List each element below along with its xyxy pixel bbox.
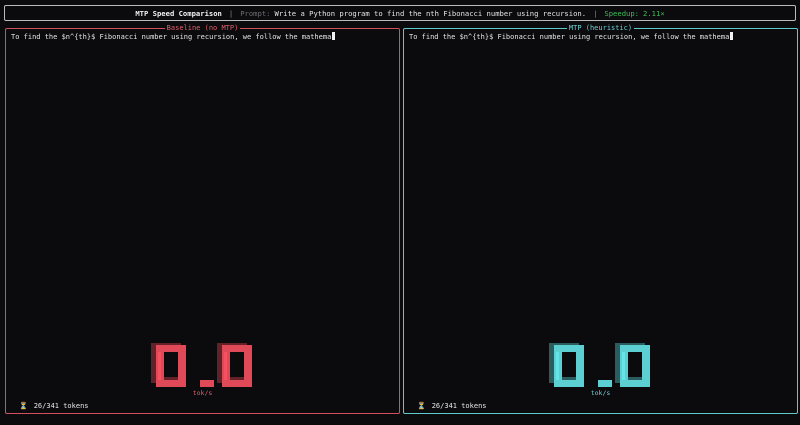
digit-decimal-point — [597, 380, 612, 387]
digit-zero — [216, 343, 252, 387]
speedup-value: 2.11× — [643, 8, 665, 18]
speedup-label: Speedup: — [604, 8, 640, 18]
baseline-rate-unit: tok/s — [192, 389, 213, 397]
digit-decimal-point — [199, 380, 214, 387]
mtp-panel-title: MTP (heuristic) — [566, 24, 635, 32]
mtp-token-count: 26/341 tokens — [431, 402, 487, 410]
prompt-label: Prompt: — [240, 8, 271, 18]
baseline-token-counter: ⏳ 26/341 tokens — [19, 402, 89, 410]
text-cursor — [730, 32, 734, 40]
app-window: MTP Speed Comparison | Prompt: Write a P… — [0, 0, 800, 425]
mtp-panel: MTP (heuristic) To find the $n^{th}$ Fib… — [403, 24, 798, 414]
baseline-panel: Baseline (no MTP) To find the $n^{th}$ F… — [5, 24, 400, 414]
digit-zero — [150, 343, 186, 387]
mtp-token-counter: ⏳ 26/341 tokens — [417, 402, 487, 410]
baseline-panel-title: Baseline (no MTP) — [164, 24, 241, 32]
mtp-rate-display — [404, 339, 797, 389]
digit-zero — [614, 343, 650, 387]
digit-zero — [548, 343, 584, 387]
prompt-text: Write a Python program to find the nth F… — [274, 8, 587, 18]
text-cursor — [332, 32, 336, 40]
mtp-rate-unit: tok/s — [590, 389, 611, 397]
header-separator: | — [228, 8, 234, 18]
big-digits — [150, 343, 252, 387]
baseline-rate-display — [6, 339, 399, 389]
mtp-output-text: To find the $n^{th}$ Fibonacci number us… — [409, 32, 791, 42]
hourglass-icon: ⏳ — [19, 402, 28, 410]
baseline-output-text: To find the $n^{th}$ Fibonacci number us… — [11, 32, 393, 42]
hourglass-icon: ⏳ — [417, 402, 426, 410]
header-bar: MTP Speed Comparison | Prompt: Write a P… — [4, 5, 796, 21]
header-separator: | — [593, 8, 598, 18]
big-digits — [548, 343, 650, 387]
baseline-token-count: 26/341 tokens — [33, 402, 89, 410]
app-title: MTP Speed Comparison — [135, 8, 222, 18]
